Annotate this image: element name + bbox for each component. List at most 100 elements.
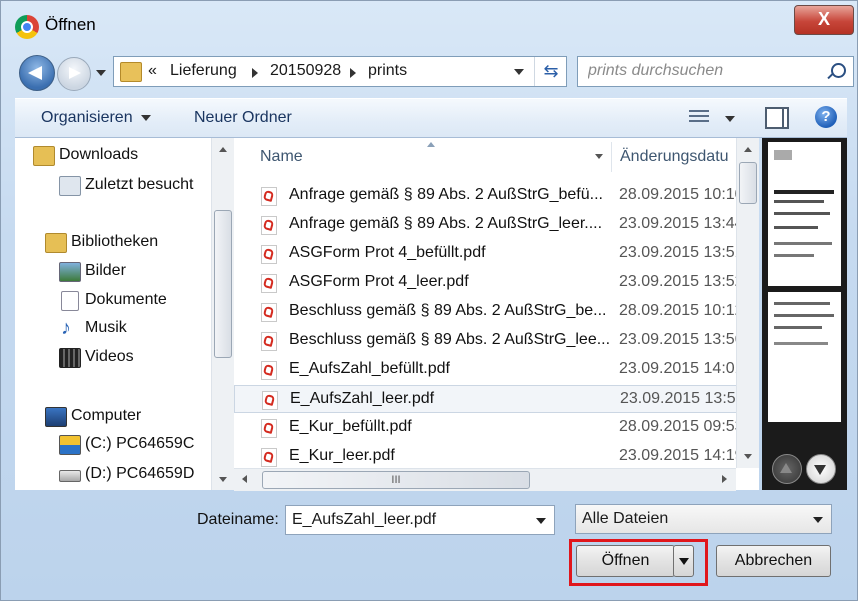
document-line <box>774 314 834 317</box>
file-date: 23.09.2015 13:44 <box>619 215 744 232</box>
drive-c-icon <box>59 435 81 455</box>
document-line <box>774 326 822 329</box>
breadcrumb-separator-icon[interactable] <box>252 68 258 78</box>
document-line <box>774 190 834 194</box>
address-dropdown-icon[interactable] <box>514 69 524 75</box>
file-row-selected[interactable]: E_AufsZahl_leer.pdf 23.09.2015 13:57 <box>234 385 745 413</box>
column-header-date[interactable]: Änderungsdatu <box>620 138 729 176</box>
file-row[interactable]: ASGForm Prot 4_befüllt.pdf 23.09.2015 13… <box>234 240 744 268</box>
file-date: 23.09.2015 13:52 <box>619 273 744 290</box>
navigation-pane: Downloads Zuletzt besucht Bibliotheken B… <box>15 138 234 490</box>
scrollbar-thumb[interactable] <box>214 210 232 358</box>
pdf-file-icon <box>261 332 277 351</box>
document-line <box>774 342 828 345</box>
scroll-left-icon[interactable] <box>242 475 247 483</box>
file-list: Name Änderungsdatu Anfrage gemäß § 89 Ab… <box>234 138 759 490</box>
organize-menu[interactable]: Organisieren <box>41 109 151 127</box>
file-date: 23.09.2015 14:01 <box>619 360 744 377</box>
nav-item-label: Zuletzt besucht <box>85 176 194 193</box>
preview-page-1 <box>768 142 841 286</box>
file-date: 23.09.2015 14:19 <box>619 447 744 464</box>
view-options-chevron-icon[interactable] <box>725 116 735 122</box>
help-icon[interactable]: ? <box>815 106 837 128</box>
breadcrumb-prints[interactable]: prints <box>368 62 407 80</box>
scroll-down-icon[interactable] <box>744 454 752 459</box>
videos-icon <box>59 348 81 368</box>
file-row[interactable]: Beschluss gemäß § 89 Abs. 2 AußStrG_be..… <box>234 298 744 326</box>
chevron-down-icon[interactable] <box>536 518 546 524</box>
preview-up-button[interactable] <box>772 454 802 484</box>
highlight-annotation <box>569 539 708 586</box>
nav-item-drive-c[interactable]: (C:) PC64659C <box>59 435 195 455</box>
computer-icon <box>45 407 67 427</box>
file-type-select[interactable]: Alle Dateien <box>575 504 832 534</box>
file-row[interactable]: Anfrage gemäß § 89 Abs. 2 AußStrG_befü..… <box>234 182 744 210</box>
scroll-down-icon[interactable] <box>219 477 227 482</box>
file-name: ASGForm Prot 4_befüllt.pdf <box>289 244 486 261</box>
scrollbar-thumb[interactable] <box>739 162 757 204</box>
search-icon[interactable] <box>831 63 846 78</box>
document-line <box>774 212 830 215</box>
change-view-icon[interactable] <box>689 110 709 124</box>
pdf-file-icon <box>261 274 277 293</box>
nav-pane-scrollbar[interactable] <box>211 138 234 490</box>
nav-item-recent[interactable]: Zuletzt besucht <box>59 176 194 196</box>
recent-places-icon <box>59 176 81 196</box>
breadcrumb-lieferung[interactable]: Lieferung <box>170 62 237 80</box>
search-box[interactable] <box>577 56 854 87</box>
downloads-folder-icon <box>33 146 55 166</box>
breadcrumb-20150928[interactable]: 20150928 <box>270 62 341 80</box>
cancel-button[interactable]: Abbrechen <box>716 545 831 577</box>
nav-item-videos[interactable]: Videos <box>59 348 134 368</box>
file-name: Anfrage gemäß § 89 Abs. 2 AußStrG_befü..… <box>289 186 603 203</box>
file-row[interactable]: ASGForm Prot 4_leer.pdf 23.09.2015 13:52 <box>234 269 744 297</box>
pdf-file-icon <box>261 245 277 264</box>
nav-item-computer[interactable]: Computer <box>45 407 141 427</box>
address-bar[interactable]: « Lieferung 20150928 prints ⇆ <box>113 56 567 87</box>
file-row[interactable]: E_Kur_leer.pdf 23.09.2015 14:19 <box>234 443 744 471</box>
file-row[interactable]: E_AufsZahl_befüllt.pdf 23.09.2015 14:01 <box>234 356 744 384</box>
breadcrumb-separator-icon[interactable] <box>350 68 356 78</box>
pdf-file-icon <box>262 391 278 410</box>
chevron-down-icon[interactable] <box>813 517 823 523</box>
scroll-right-icon[interactable] <box>722 475 727 483</box>
scrollbar-thumb[interactable]: III <box>262 471 530 489</box>
nav-item-documents[interactable]: Dokumente <box>61 291 167 311</box>
file-date: 23.09.2015 13:57 <box>620 390 745 407</box>
preview-down-button[interactable] <box>806 454 836 484</box>
file-row[interactable]: E_Kur_befüllt.pdf 28.09.2015 09:53 <box>234 414 744 442</box>
column-filter-icon[interactable] <box>595 154 603 159</box>
column-header-name[interactable]: Name <box>260 138 303 176</box>
column-divider[interactable] <box>611 142 612 172</box>
nav-item-label: Bilder <box>85 262 126 279</box>
file-row[interactable]: Beschluss gemäß § 89 Abs. 2 AußStrG_lee.… <box>234 327 744 355</box>
file-row[interactable]: Anfrage gemäß § 89 Abs. 2 AußStrG_leer..… <box>234 211 744 239</box>
close-button[interactable]: X <box>794 5 854 35</box>
arrow-down-icon <box>814 465 826 475</box>
file-name: Beschluss gemäß § 89 Abs. 2 AußStrG_lee.… <box>289 331 611 348</box>
new-folder-button[interactable]: Neuer Ordner <box>194 109 292 127</box>
filename-input[interactable]: E_AufsZahl_leer.pdf <box>285 505 555 535</box>
recent-locations-chevron-icon[interactable] <box>96 70 106 76</box>
document-line <box>774 226 818 229</box>
nav-item-music[interactable]: ♪ Musik <box>61 318 127 338</box>
document-line <box>774 302 830 305</box>
nav-item-label: (C:) PC64659C <box>85 435 195 452</box>
breadcrumb-overflow[interactable]: « <box>148 62 157 80</box>
nav-item-label: Musik <box>85 319 127 336</box>
organize-label: Organisieren <box>41 109 133 126</box>
file-date: 23.09.2015 13:56 <box>619 331 744 348</box>
search-input[interactable] <box>586 61 820 81</box>
nav-item-pictures[interactable]: Bilder <box>59 262 126 282</box>
nav-item-downloads[interactable]: Downloads <box>33 146 138 166</box>
scroll-up-icon[interactable] <box>219 147 227 152</box>
forward-button[interactable] <box>57 57 91 91</box>
scroll-up-icon[interactable] <box>744 147 752 152</box>
back-button[interactable] <box>19 55 55 91</box>
refresh-icon[interactable]: ⇆ <box>534 57 567 86</box>
file-list-horizontal-scrollbar[interactable]: III <box>234 468 736 491</box>
nav-item-libraries[interactable]: Bibliotheken <box>45 233 158 253</box>
preview-pane-icon[interactable] <box>765 107 789 129</box>
file-list-vertical-scrollbar[interactable] <box>736 138 759 468</box>
nav-item-drive-d[interactable]: (D:) PC64659D <box>59 465 194 483</box>
